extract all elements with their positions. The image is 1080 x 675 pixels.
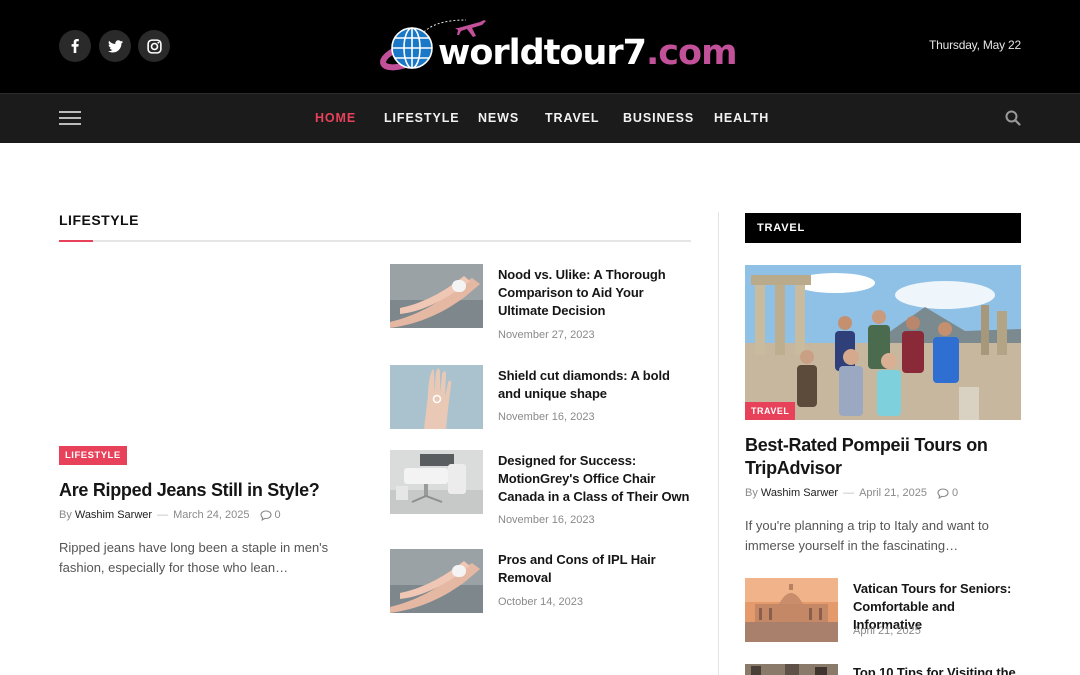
search-icon[interactable] — [1005, 110, 1021, 126]
current-date: Thursday, May 22 — [929, 38, 1021, 52]
post-thumbnail[interactable] — [390, 450, 483, 514]
comments-link[interactable]: 0 — [259, 509, 281, 521]
post-title[interactable]: Pros and Cons of IPL Hair Removal — [498, 551, 690, 587]
post-date: November 27, 2023 — [498, 329, 595, 341]
site-logo[interactable]: worldtour7.com — [380, 16, 742, 78]
featured-post-title[interactable]: Are Ripped Jeans Still in Style? — [59, 479, 369, 501]
meta-by: By — [59, 509, 72, 521]
post-date: October 14, 2023 — [498, 596, 584, 608]
nav-item-health[interactable]: HEALTH — [714, 111, 769, 125]
instagram-icon — [146, 38, 162, 54]
post-title[interactable]: Nood vs. Ulike: A Thorough Comparison to… — [498, 266, 690, 320]
post-date: April 21, 2025 — [859, 487, 927, 499]
category-badge[interactable]: TRAVEL — [745, 402, 796, 420]
sidebar-featured-image[interactable] — [745, 265, 1021, 420]
nav-menu: HOME LIFESTYLE NEWS TRAVEL BUSINESS HEAL… — [0, 94, 1080, 144]
comment-icon — [259, 509, 272, 521]
section-heading-lifestyle[interactable]: LIFESTYLE — [59, 212, 139, 228]
travel-image — [745, 664, 838, 675]
logo-wordmark: worldtour7.com — [438, 33, 738, 73]
author-link[interactable]: Washim Sarwer — [75, 509, 152, 521]
post-date: March 24, 2025 — [173, 509, 250, 521]
post-date: November 16, 2023 — [498, 514, 595, 526]
twitter-link[interactable] — [99, 30, 131, 62]
sidebar-heading-travel[interactable]: TRAVEL — [745, 213, 1021, 243]
nav-item-news[interactable]: NEWS — [478, 111, 519, 125]
post-title[interactable]: Top 10 Tips for Visiting the — [853, 664, 1023, 675]
post-title[interactable]: Shield cut diamonds: A bold and unique s… — [498, 367, 690, 403]
nav-item-home[interactable]: HOME — [315, 111, 356, 125]
instagram-link[interactable] — [138, 30, 170, 62]
post-date: April 21, 2025 — [853, 625, 921, 637]
facebook-icon — [71, 39, 79, 53]
post-date: November 16, 2023 — [498, 411, 595, 423]
meta-by: By — [745, 487, 758, 499]
category-badge[interactable]: LIFESTYLE — [59, 446, 127, 465]
facebook-link[interactable] — [59, 30, 91, 62]
sidebar-featured-meta: By Washim Sarwer — April 21, 2025 0 — [745, 487, 959, 499]
nav-item-lifestyle[interactable]: LIFESTYLE — [384, 111, 459, 125]
post-title[interactable]: Designed for Success: MotionGrey's Offic… — [498, 452, 690, 506]
site-header: worldtour7.com Thursday, May 22 — [0, 0, 1080, 93]
office-chair-image — [390, 450, 483, 514]
author-link[interactable]: Washim Sarwer — [761, 487, 838, 499]
column-divider — [718, 212, 719, 675]
vatican-image — [745, 578, 838, 642]
ring-hand-image — [390, 365, 483, 429]
sidebar-featured-title[interactable]: Best-Rated Pompeii Tours on TripAdvisor — [745, 434, 1021, 480]
post-thumbnail[interactable] — [390, 365, 483, 429]
featured-post-excerpt: Ripped jeans have long been a staple in … — [59, 540, 329, 575]
section-divider — [59, 240, 691, 242]
pompeii-group-photo — [745, 265, 1021, 420]
comments-link[interactable]: 0 — [937, 487, 958, 499]
sidebar-featured-excerpt: If you're planning a trip to Italy and w… — [745, 518, 989, 553]
comment-icon — [937, 487, 949, 499]
featured-post-meta: By Washim Sarwer — March 24, 2025 0 — [59, 509, 281, 521]
post-thumbnail[interactable] — [390, 264, 483, 328]
section-divider-accent — [59, 240, 93, 242]
legs-image — [390, 264, 483, 328]
post-thumbnail[interactable] — [745, 578, 838, 642]
nav-item-travel[interactable]: TRAVEL — [545, 111, 599, 125]
main-navigation: HOME LIFESTYLE NEWS TRAVEL BUSINESS HEAL… — [0, 93, 1080, 143]
nav-item-business[interactable]: BUSINESS — [623, 111, 694, 125]
post-thumbnail[interactable] — [390, 549, 483, 613]
post-thumbnail[interactable] — [745, 663, 838, 675]
legs-image — [390, 549, 483, 613]
twitter-icon — [107, 39, 123, 52]
